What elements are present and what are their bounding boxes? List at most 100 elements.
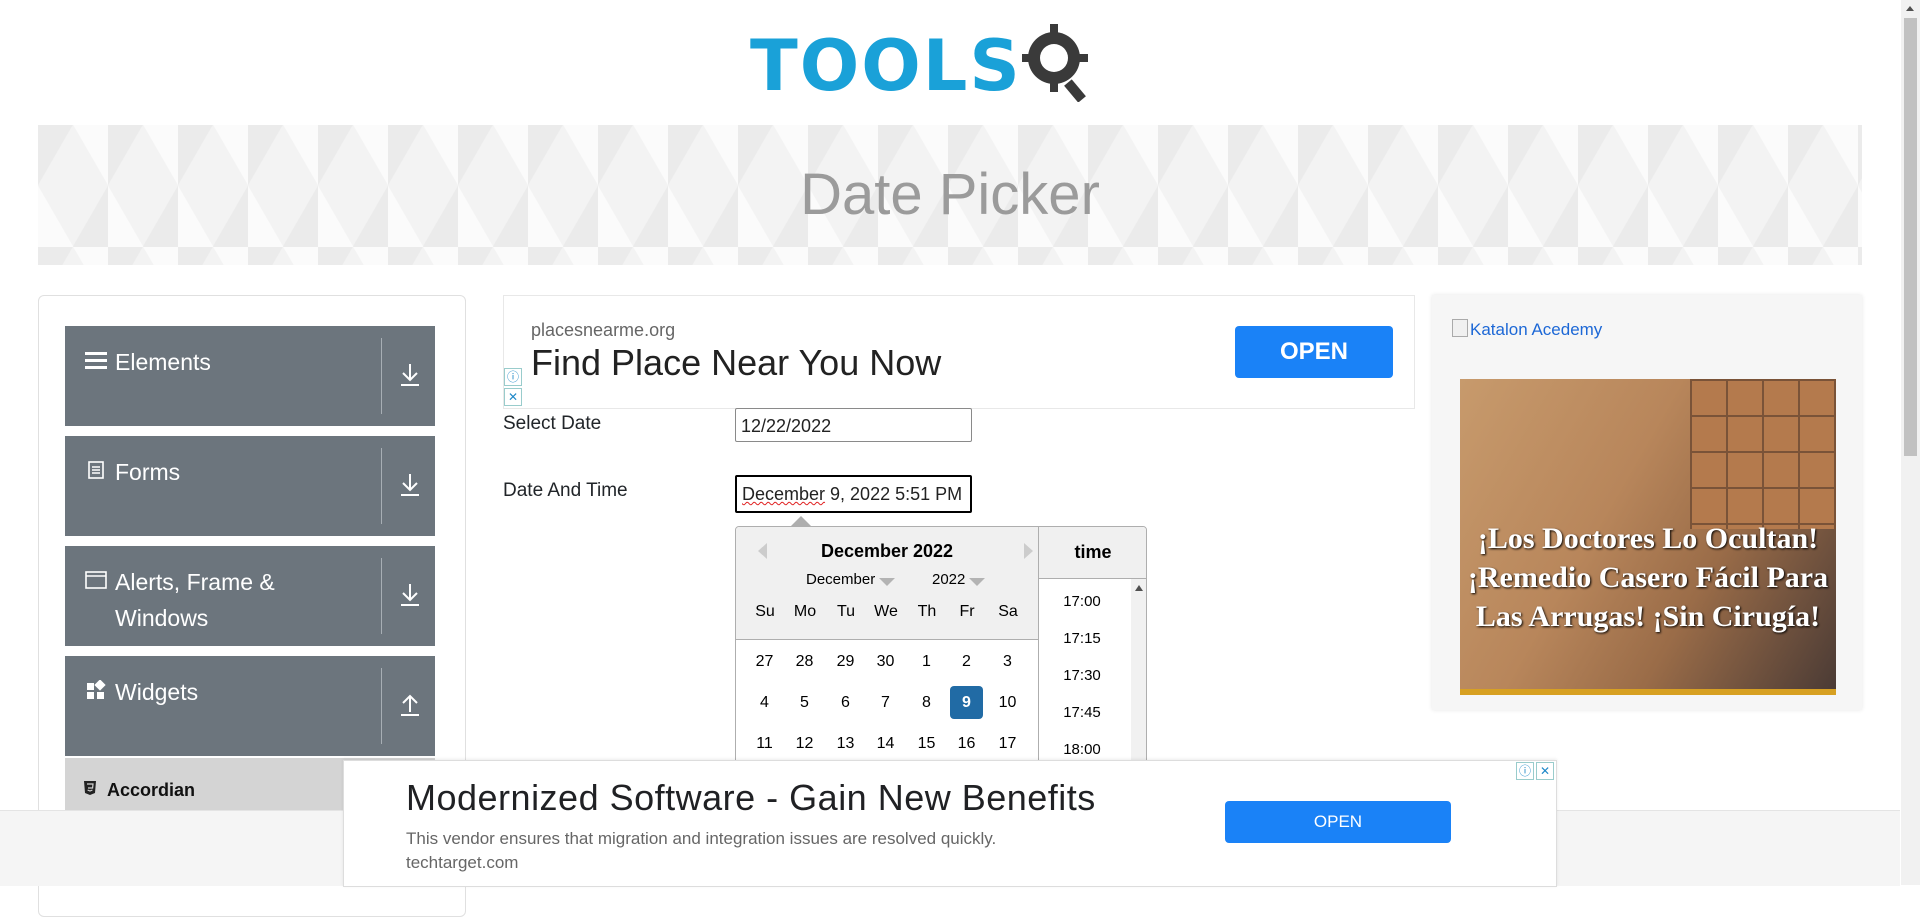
broken-image-icon xyxy=(1452,319,1468,337)
gear-magnifier-icon xyxy=(1019,24,1088,103)
page-banner: Date Picker xyxy=(38,125,1862,265)
calendar-day[interactable]: 6 xyxy=(829,686,862,719)
time-list: time 17:00 17:15 17:30 17:45 18:00 xyxy=(1038,527,1146,777)
calendar-day[interactable]: 11 xyxy=(748,727,781,760)
hamburger-icon xyxy=(85,350,107,374)
next-month-icon[interactable] xyxy=(1024,543,1033,559)
calendar-day-selected[interactable]: 9 xyxy=(950,686,983,719)
calendar-day[interactable]: 29 xyxy=(829,645,862,678)
sidebar-group-forms[interactable]: Forms xyxy=(65,436,435,536)
ad-caption: ¡Los Doctores Lo Ocultan! ¡Remedio Caser… xyxy=(1467,522,1829,633)
month-select-value: December xyxy=(806,571,876,588)
calendar-day[interactable]: 30 xyxy=(869,645,902,678)
ad-open-button[interactable]: OPEN xyxy=(1225,801,1451,843)
weekday-label: Fr xyxy=(959,603,975,620)
calendar-day[interactable]: 13 xyxy=(829,727,862,760)
toolsqa-logo[interactable]: TOOLS QA xyxy=(744,18,1154,203)
tile-wall-image xyxy=(1690,379,1836,529)
ad-domain: placesnearme.org xyxy=(531,320,676,340)
datepicker-pointer xyxy=(791,516,811,526)
weekday-label: Th xyxy=(917,603,937,620)
broken-image-link[interactable]: Katalon Acedemy xyxy=(1452,319,1602,340)
calendar-day[interactable]: 14 xyxy=(869,727,902,760)
ad-open-button[interactable]: OPEN xyxy=(1235,326,1393,378)
datepicker-popup: December 2022 December 2022 Su Mo Tu We … xyxy=(735,526,1147,778)
sidebar-group-widgets[interactable]: Widgets xyxy=(65,656,435,756)
form-icon xyxy=(85,460,107,484)
chevron-down-icon xyxy=(879,578,896,586)
divider xyxy=(381,338,382,414)
download-arrow-icon[interactable] xyxy=(399,362,421,388)
ad-close-icon[interactable]: ✕ xyxy=(1536,762,1554,780)
year-select-value: 2022 xyxy=(932,571,966,588)
sidebar-group-alerts[interactable]: Alerts, Frame & Windows xyxy=(65,546,435,646)
time-option[interactable]: 17:15 xyxy=(1039,630,1125,647)
sidebar-group-label: Alerts, Frame & Windows xyxy=(115,569,275,631)
time-option[interactable]: 18:00 xyxy=(1039,741,1125,758)
weekday-label: Tu xyxy=(836,603,856,620)
sidebar-item-label: Accordian xyxy=(107,780,196,800)
calendar-day[interactable]: 10 xyxy=(991,686,1024,719)
broken-image-alt: Katalon Acedemy xyxy=(1470,320,1603,339)
ad-sidebar-right[interactable]: Katalon Acedemy ¡Los Doctores Lo Ocultan… xyxy=(1432,295,1862,710)
date-time-input[interactable]: December 9, 2022 5:51 PM xyxy=(735,475,972,513)
calendar-day[interactable]: 27 xyxy=(748,645,781,678)
page-title: Date Picker xyxy=(800,162,1100,227)
calendar-day[interactable]: 5 xyxy=(788,686,821,719)
download-arrow-icon[interactable] xyxy=(399,582,421,608)
download-arrow-icon[interactable] xyxy=(399,472,421,498)
time-option[interactable]: 17:00 xyxy=(1039,593,1125,610)
month-select[interactable]: December xyxy=(806,571,896,588)
year-select[interactable]: 2022 xyxy=(932,571,986,588)
time-option[interactable]: 17:30 xyxy=(1039,667,1125,684)
calendar-day[interactable]: 28 xyxy=(788,645,821,678)
calendar-day[interactable]: 7 xyxy=(869,686,902,719)
calendar-day[interactable]: 4 xyxy=(748,686,781,719)
calendar-day[interactable]: 15 xyxy=(910,727,943,760)
ad-close-icon[interactable]: ✕ xyxy=(504,388,522,406)
spellcheck-word: December xyxy=(742,484,826,504)
time-scrollbar[interactable] xyxy=(1131,579,1146,777)
sidebar-group-elements[interactable]: Elements xyxy=(65,326,435,426)
window-icon xyxy=(85,570,107,594)
ad-description: This vendor ensures that migration and i… xyxy=(406,829,997,848)
calendar-day[interactable]: 12 xyxy=(788,727,821,760)
ad-banner-top[interactable]: placesnearme.org Find Place Near You Now… xyxy=(503,295,1415,409)
time-header: time xyxy=(1039,527,1146,579)
weekday-label: Mo xyxy=(793,603,817,620)
ad-headline[interactable]: Find Place Near You Now xyxy=(531,342,941,384)
date-time-label: Date And Time xyxy=(503,480,628,501)
datepicker-month-title: December 2022 xyxy=(820,541,954,561)
adchoices-info-icon[interactable]: ⓘ xyxy=(504,368,522,386)
divider xyxy=(381,668,382,744)
ad-image[interactable]: ¡Los Doctores Lo Ocultan! ¡Remedio Caser… xyxy=(1460,379,1836,695)
scroll-up-icon[interactable] xyxy=(1906,6,1914,11)
ad-banner-bottom[interactable]: Modernized Software - Gain New Benefits … xyxy=(343,760,1557,887)
divider xyxy=(381,448,382,524)
weekday-label: Sa xyxy=(998,603,1018,620)
widgets-icon xyxy=(85,679,107,704)
time-option[interactable]: 17:45 xyxy=(1039,704,1125,721)
calendar-day[interactable]: 8 xyxy=(910,686,943,719)
upload-arrow-icon[interactable] xyxy=(399,692,421,718)
chevron-down-icon xyxy=(969,578,986,586)
logo-tools-text: TOOLS xyxy=(750,25,1022,107)
calendar-day[interactable]: 3 xyxy=(991,645,1024,678)
scroll-up-icon[interactable] xyxy=(1135,585,1143,591)
select-date-input[interactable]: 12/22/2022 xyxy=(735,408,972,442)
ad-headline[interactable]: Modernized Software - Gain New Benefits xyxy=(406,777,1096,819)
divider xyxy=(381,558,382,634)
calendar-day[interactable]: 2 xyxy=(950,645,983,678)
select-date-label: Select Date xyxy=(503,413,602,434)
calendar-day[interactable]: 1 xyxy=(910,645,943,678)
date-time-value: 9, 2022 5:51 PM xyxy=(825,484,963,504)
ad-domain: techtarget.com xyxy=(406,853,519,872)
calendar-day[interactable]: 16 xyxy=(950,727,983,760)
adchoices-info-icon[interactable]: ⓘ xyxy=(1516,762,1534,780)
calendar-day[interactable]: 17 xyxy=(991,727,1024,760)
page-scrollbar[interactable] xyxy=(1901,0,1920,885)
weekday-label: Su xyxy=(755,603,775,620)
datepicker-header: December 2022 December 2022 Su Mo Tu We … xyxy=(736,527,1038,640)
scrollbar-thumb[interactable] xyxy=(1904,18,1917,456)
sidebar-group-label: Forms xyxy=(115,459,181,485)
